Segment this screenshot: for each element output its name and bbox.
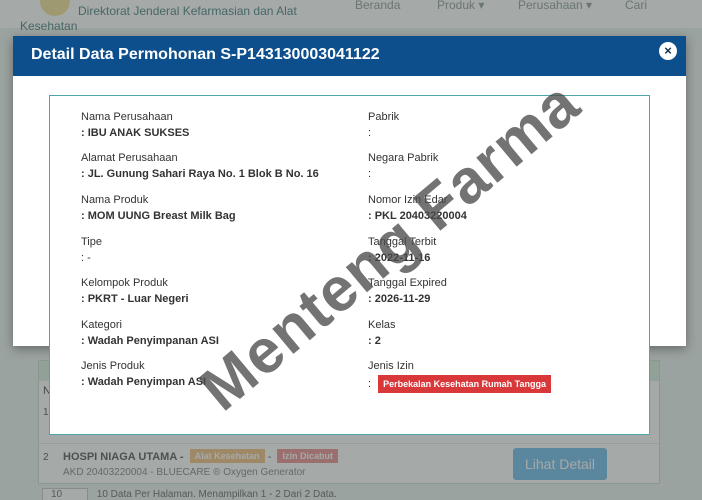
field-kelas: Kelas : 2 [368, 318, 396, 348]
field-value: : PKRT - Luar Negeri [81, 293, 189, 305]
field-value: : - [81, 252, 91, 264]
field-nama-produk: Nama Produk : MOM UUNG Breast Milk Bag [81, 193, 236, 223]
field-value: : 2 [368, 335, 381, 347]
field-label: Nama Produk [81, 194, 149, 206]
field-kategori: Kategori : Wadah Penyimpanan ASI [81, 318, 219, 348]
field-label: Nomor Izin Edar [368, 194, 448, 206]
field-tanggal-expired: Tanggal Expired : 2026-11-29 [368, 276, 447, 306]
field-jenis-izin: Jenis Izin : Perbekalan Kesehatan Rumah … [368, 359, 552, 393]
jenis-izin-badge: Perbekalan Kesehatan Rumah Tangga [378, 375, 552, 393]
field-value: : JL. Gunung Sahari Raya No. 1 Blok B No… [81, 168, 319, 180]
field-label: Jenis Izin [368, 360, 414, 372]
modal-title: Detail Data Permohonan S-P14313000304112… [31, 46, 380, 63]
field-value: : IBU ANAK SUKSES [81, 127, 190, 139]
field-label: Nama Perusahaan [81, 111, 173, 123]
field-label: Negara Pabrik [368, 152, 439, 164]
close-icon[interactable]: × [659, 42, 677, 60]
field-jenis-produk: Jenis Produk : Wadah Penyimpan ASI [81, 359, 206, 389]
field-label: Jenis Produk [81, 360, 145, 372]
field-value: : Wadah Penyimpanan ASI [81, 335, 219, 347]
field-value: : Wadah Penyimpan ASI [81, 376, 207, 388]
field-kelompok-produk: Kelompok Produk : PKRT - Luar Negeri [81, 276, 189, 306]
field-label: Kelompok Produk [81, 277, 168, 289]
field-negara-pabrik: Negara Pabrik : [368, 151, 438, 181]
field-label: Tanggal Terbit [368, 236, 437, 248]
field-colon: : [368, 378, 372, 390]
field-value: : [368, 127, 372, 139]
field-value: : 2026-11-29 [368, 293, 431, 305]
field-label: Alamat Perusahaan [81, 152, 178, 164]
field-pabrik: Pabrik : [368, 110, 399, 140]
field-value: : Perbekalan Kesehatan Rumah Tangga [368, 375, 552, 393]
field-tipe: Tipe : - [81, 235, 102, 265]
field-label: Pabrik [368, 111, 400, 123]
field-value: : [368, 168, 372, 180]
field-tanggal-terbit: Tanggal Terbit : 2022-11-16 [368, 235, 436, 265]
detail-box: Nama Perusahaan : IBU ANAK SUKSES Alamat… [49, 95, 650, 435]
field-value: : PKL 20403220004 [368, 210, 467, 222]
field-value: : 2022-11-16 [368, 252, 431, 264]
field-label: Tanggal Expired [368, 277, 447, 289]
field-value: : MOM UUNG Breast Milk Bag [81, 210, 236, 222]
field-nama-perusahaan: Nama Perusahaan : IBU ANAK SUKSES [81, 110, 189, 140]
field-alamat-perusahaan: Alamat Perusahaan : JL. Gunung Sahari Ra… [81, 151, 319, 181]
field-label: Tipe [81, 236, 102, 248]
field-label: Kategori [81, 319, 122, 331]
field-nomor-izin-edar: Nomor Izin Edar : PKL 20403220004 [368, 193, 467, 223]
field-label: Kelas [368, 319, 396, 331]
modal-header: Detail Data Permohonan S-P14313000304112… [13, 36, 686, 76]
